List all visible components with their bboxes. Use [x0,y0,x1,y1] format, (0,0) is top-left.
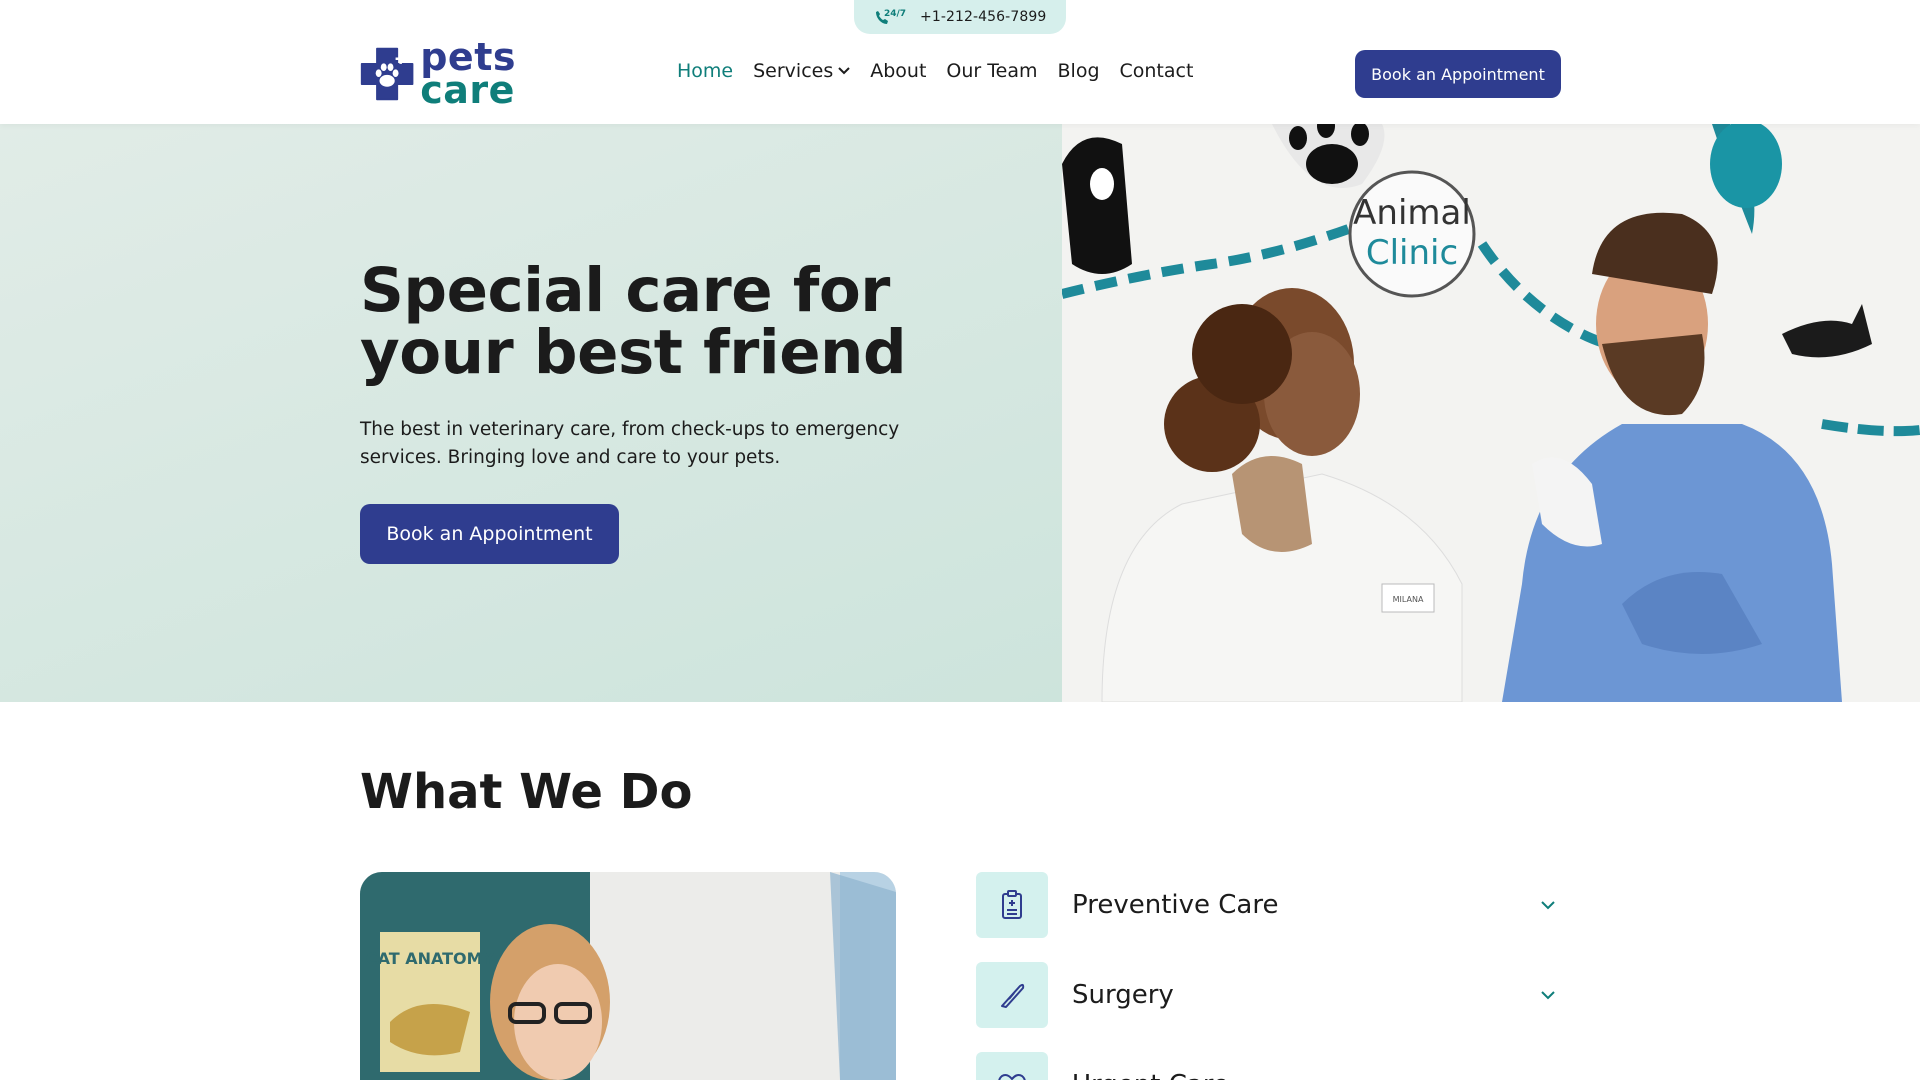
chevron-down-icon [1541,901,1555,910]
nav-services[interactable]: Services [753,60,850,82]
phone-number[interactable]: +1-212-456-7899 [920,9,1046,25]
chevron-down-icon [1541,991,1555,1000]
nav-services-label: Services [753,60,834,82]
header-book-appointment-button[interactable]: Book an Appointment [1355,50,1561,98]
animal-clinic-sign-line1: Animal [1353,193,1471,233]
name-badge-text: MILANA [1393,595,1424,604]
logo-cross-paw-icon [360,47,414,101]
phone-24-7-icon: 24/7 [876,9,906,24]
nav-our-team[interactable]: Our Team [946,60,1037,82]
hero-book-appointment-button[interactable]: Book an Appointment [360,504,619,564]
heart-icon [998,1074,1026,1080]
service-urgent-care[interactable]: Urgent Care [976,1052,1560,1080]
service-label: Surgery [1072,980,1174,1010]
cat-anatomy-poster-text: CAT ANATOMY [366,949,495,968]
scalpel-icon [1001,983,1025,1008]
vet-xray-illustration: CAT ANATOMY [360,872,896,1080]
nav-home[interactable]: Home [677,60,733,82]
service-label: Urgent Care [1072,1070,1540,1080]
nav-about[interactable]: About [870,60,926,82]
phone-pill[interactable]: 24/7 +1-212-456-7899 [854,0,1066,34]
hero-vets-photo: Animal Clinic MILANA [1062,124,1920,702]
service-preventive-care[interactable]: Preventive Care [976,872,1560,938]
hero-title-line1: Special care for [360,255,890,326]
nav-contact[interactable]: Contact [1120,60,1194,82]
clipboard-icon [1002,890,1022,919]
hero-subtitle: The best in veterinary care, from check-… [360,419,900,468]
hero-text-panel: Special care for your best friend The be… [0,124,1062,702]
logo[interactable]: pets care [360,39,516,112]
main-nav: Home Services About Our Team Blog Contac… [677,60,1193,82]
what-we-do-vet-photo: CAT ANATOMY [360,872,896,1080]
nav-blog[interactable]: Blog [1058,60,1100,82]
vets-illustration: Animal Clinic MILANA [1062,124,1920,702]
service-surgery[interactable]: Surgery [976,962,1560,1028]
service-label: Preventive Care [1072,890,1279,920]
chevron-down-icon [838,67,850,75]
hero-section: Special care for your best friend The be… [0,124,1920,702]
what-we-do-title: What We Do [360,764,693,820]
animal-clinic-sign-line2: Clinic [1366,233,1458,273]
hero-title: Special care for your best friend [360,260,920,384]
phone-badge-text: 24/7 [884,9,906,19]
hero-title-line2: your best friend [360,317,907,388]
logo-word-care: care [420,68,515,112]
